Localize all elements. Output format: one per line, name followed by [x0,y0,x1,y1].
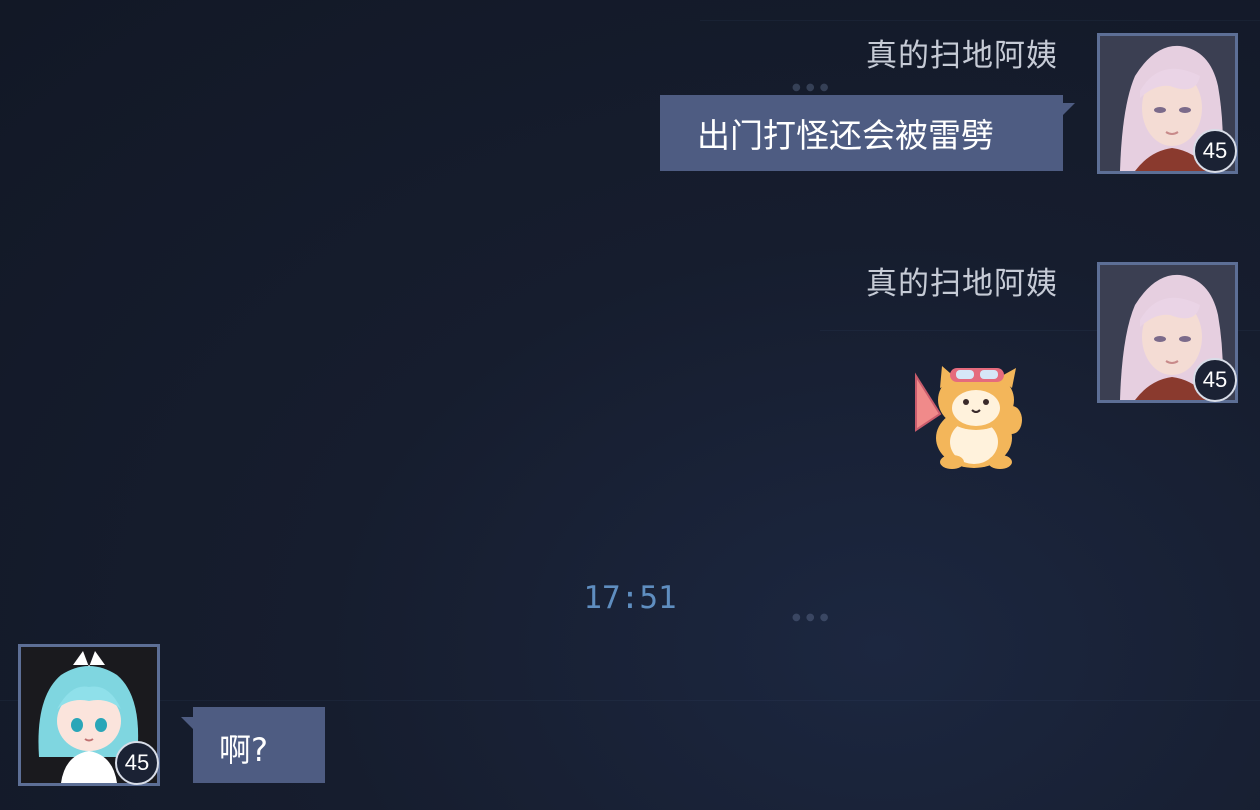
chat-timestamp: 17:51 [583,580,677,616]
sender-name: 真的扫地阿姨 [866,266,1058,302]
bg-divider-line [0,700,1260,701]
level-badge: 45 [1193,129,1237,173]
level-badge: 45 [1193,358,1237,402]
sender-name: 真的扫地阿姨 [866,38,1058,74]
level-badge: 45 [115,741,159,785]
avatar[interactable]: 45 [18,644,160,786]
message-bubble[interactable]: 出门打怪还会被雷劈 [660,95,1075,171]
shiba-dog-sticker-with-pink-flag-icon [915,366,1022,469]
avatar[interactable]: 45 [1097,33,1238,174]
message-text: 啊? [219,731,268,769]
bg-divider-line [700,20,1260,21]
sticker[interactable] [912,358,1037,473]
avatar[interactable]: 45 [1097,262,1238,403]
message-text: 出门打怪还会被雷劈 [697,116,994,155]
message-bubble[interactable]: 啊? [181,707,325,783]
bg-dot-pattern: ● ● ● [792,82,830,93]
